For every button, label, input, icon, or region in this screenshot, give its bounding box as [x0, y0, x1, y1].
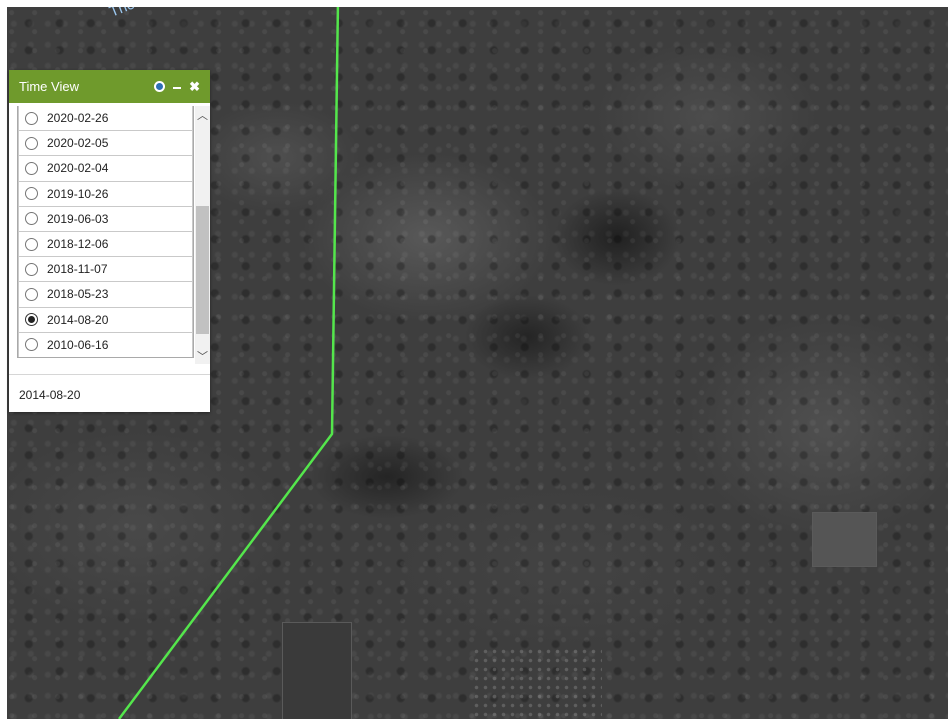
radio-button[interactable] [25, 111, 38, 125]
scroll-down-arrow-icon[interactable]: ﹀ [195, 347, 210, 364]
radio-button[interactable] [25, 338, 38, 352]
radio-button[interactable] [25, 187, 38, 201]
close-icon[interactable]: ✖ [189, 80, 200, 93]
list-scrollbar[interactable]: ︿ ﹀ [195, 106, 210, 364]
date-option[interactable]: 2014-08-20 [18, 307, 193, 333]
radio-button[interactable] [25, 287, 38, 301]
date-option-label: 2018-05-23 [47, 287, 109, 302]
date-option[interactable]: 2020-02-05 [18, 131, 193, 157]
scroll-up-arrow-icon[interactable]: ︿ [195, 106, 210, 123]
radio-button[interactable] [25, 161, 38, 175]
date-option-label: 2010-06-16 [47, 337, 109, 352]
date-option-label: 2018-11-07 [47, 262, 108, 277]
date-option-label: 2020-02-05 [47, 136, 109, 151]
time-view-panel: Time View ✖ 2020-02-26 2020-02-05 2020-02-… [9, 70, 210, 412]
date-option[interactable]: 2018-05-23 [18, 282, 193, 308]
help-icon[interactable] [154, 81, 166, 92]
date-list: 2020-02-26 2020-02-05 2020-02-04 2019-10-26… [17, 106, 194, 358]
selected-date-value: 2014-08-20 [19, 388, 81, 402]
date-option-label: 2014-08-20 [47, 312, 109, 327]
date-option[interactable]: 2019-06-03 [18, 206, 193, 232]
header-tools: ✖ [154, 80, 200, 93]
date-option[interactable]: 2018-11-07 [18, 257, 193, 283]
panel-header[interactable]: Time View ✖ [9, 70, 210, 103]
radio-button[interactable] [25, 262, 38, 276]
date-list-area: 2020-02-26 2020-02-05 2020-02-04 2019-10-26… [9, 103, 210, 375]
date-option[interactable]: 2010-06-16 [18, 332, 193, 357]
radio-button[interactable] [25, 212, 38, 226]
radio-button[interactable] [25, 237, 38, 251]
scroll-thumb[interactable] [196, 206, 209, 334]
date-option[interactable]: 2020-02-04 [18, 156, 193, 182]
date-option-label: 2020-02-26 [47, 111, 109, 126]
radio-button[interactable] [25, 136, 38, 150]
date-option-label: 2018-12-06 [47, 237, 109, 252]
date-option-label: 2020-02-04 [47, 161, 109, 176]
date-option[interactable]: 2018-12-06 [18, 231, 193, 258]
panel-title: Time View [19, 79, 79, 94]
minimize-icon[interactable] [173, 86, 182, 89]
date-option[interactable]: 2020-02-26 [18, 106, 193, 132]
date-option-label: 2019-10-26 [47, 186, 109, 201]
date-option[interactable]: 2019-10-26 [18, 181, 193, 207]
radio-button[interactable] [25, 313, 38, 327]
date-option-label: 2019-06-03 [47, 211, 109, 226]
